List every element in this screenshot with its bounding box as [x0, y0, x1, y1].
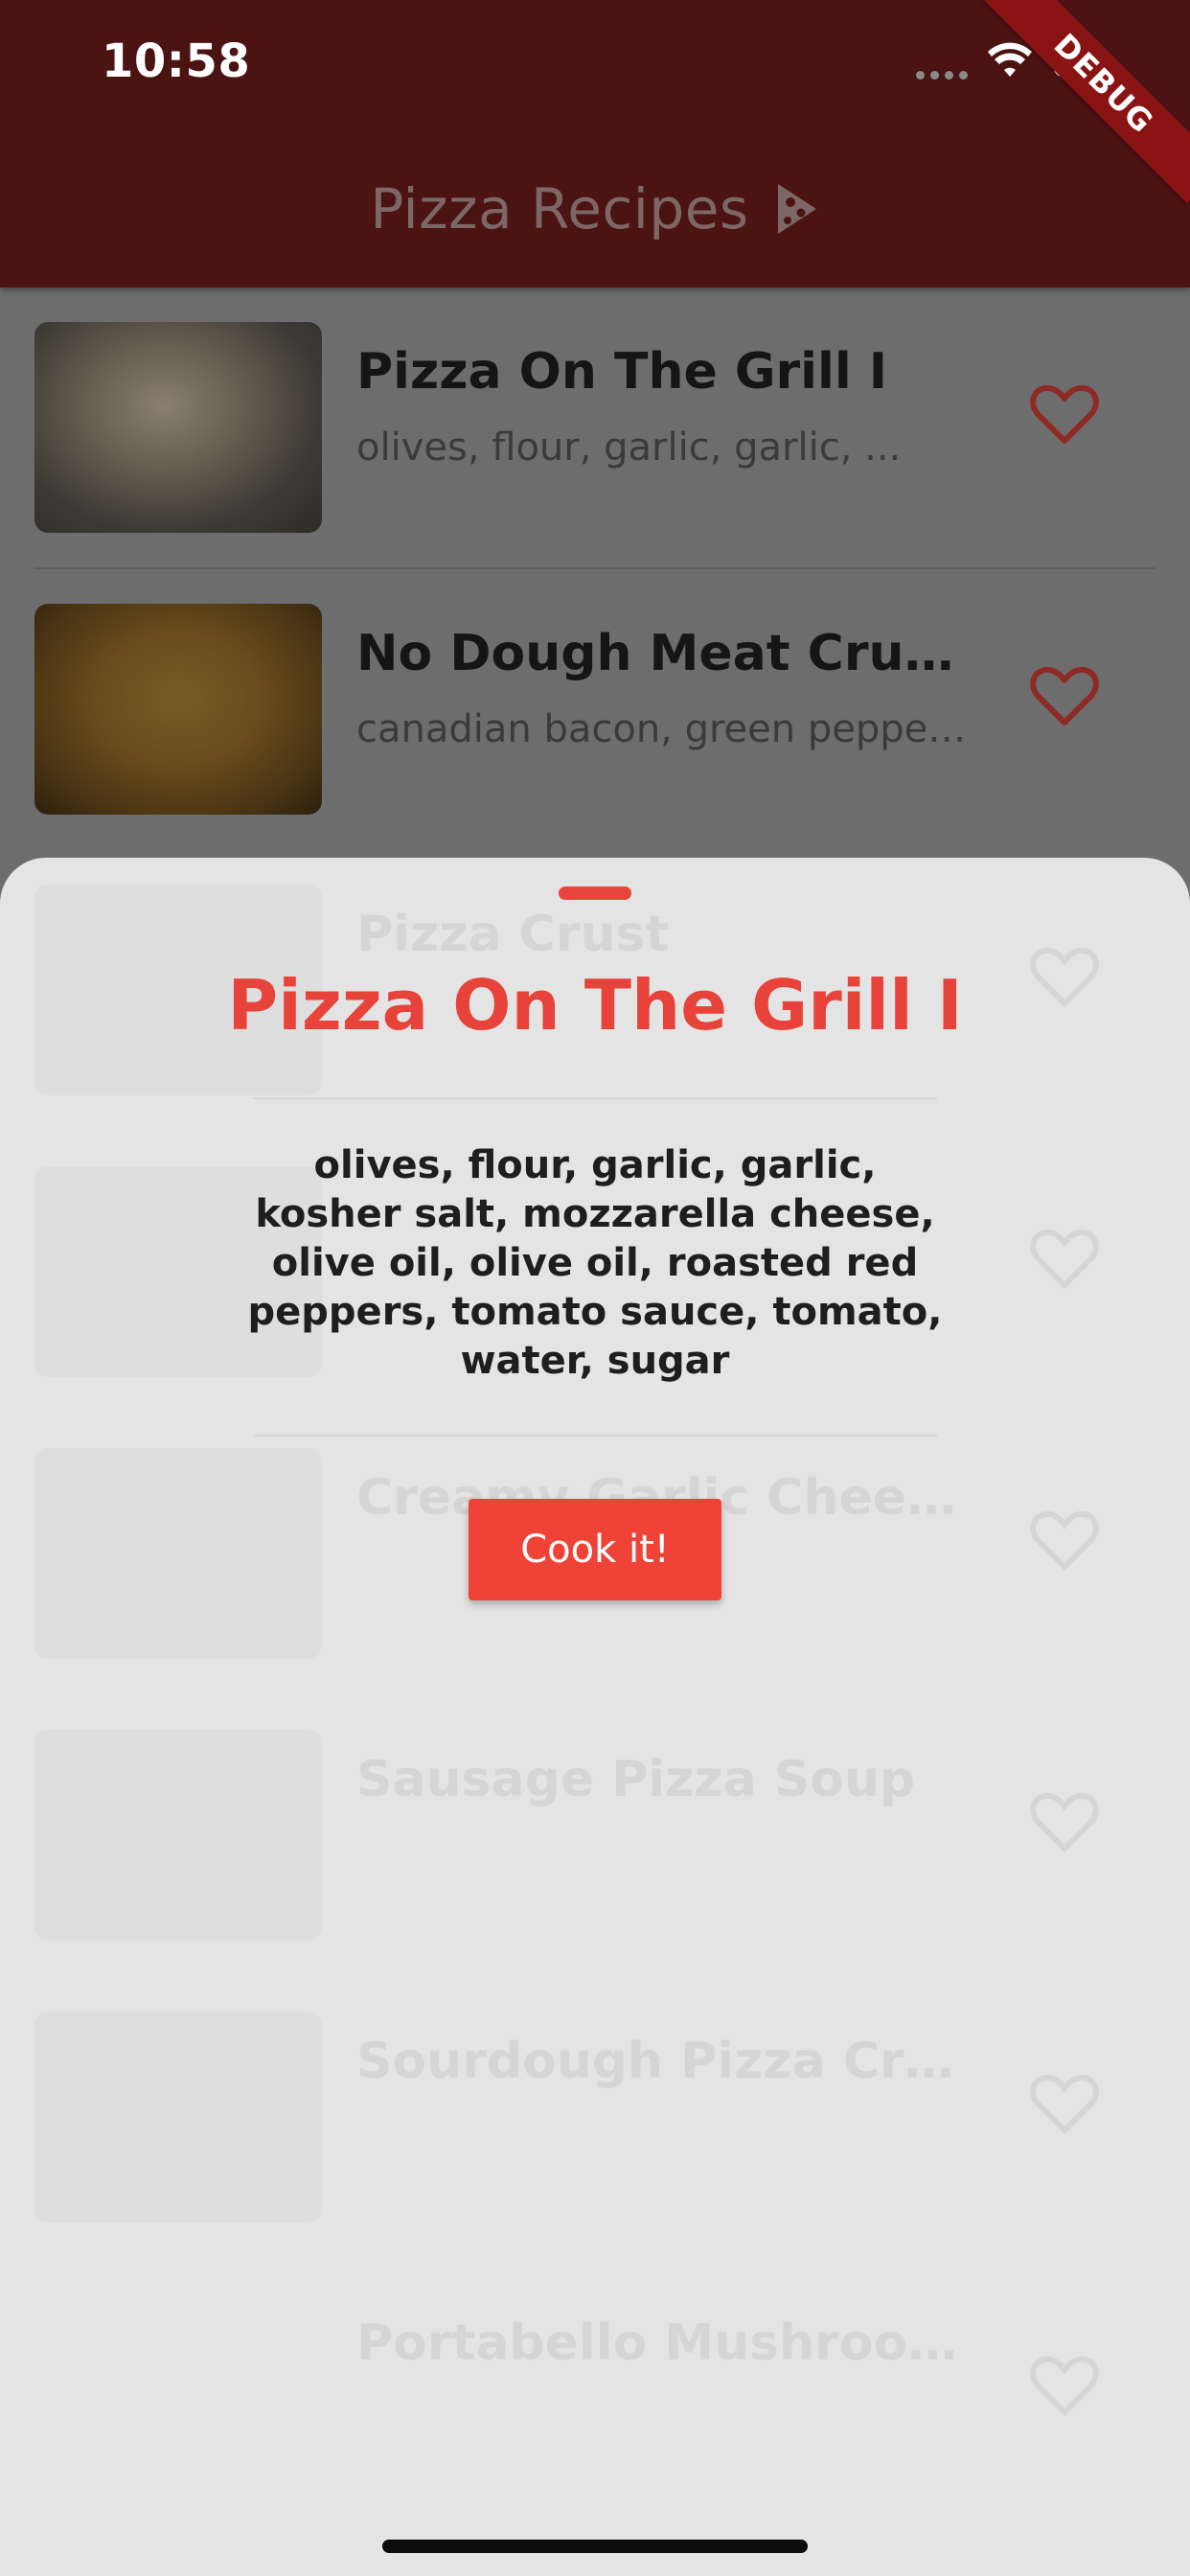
- recipe-thumbnail: [34, 604, 322, 815]
- list-item: Sourdough Pizza Crust: [0, 1985, 1190, 2266]
- heart-outline-icon[interactable]: [1029, 383, 1100, 447]
- heart-outline-icon: [1030, 1510, 1099, 1572]
- recipe-title: Pizza On The Grill I: [356, 343, 888, 401]
- sheet-title: Pizza On The Grill I: [227, 965, 963, 1046]
- list-item[interactable]: Pizza On The Grill I olives, flour, garl…: [0, 288, 1190, 569]
- ingredients-text: olives, flour, garlic, garlic, kosher sa…: [247, 1143, 943, 1383]
- recipe-thumbnail: [34, 2012, 322, 2222]
- home-indicator[interactable]: [382, 2540, 808, 2553]
- heart-outline-icon: [1030, 1792, 1099, 1853]
- list-item: Sausage Pizza Soup: [0, 1703, 1190, 1985]
- app-title: Pizza Recipes: [0, 171, 1190, 247]
- recipe-thumbnail: [34, 1730, 322, 1941]
- app-title-text: Pizza Recipes: [370, 176, 749, 242]
- app-bar: 10:58 Pizza Recipes: [0, 0, 1190, 288]
- recipe-list: Pizza On The Grill I olives, flour, garl…: [0, 288, 1190, 851]
- background-recipe-list: Pizza Crust Creamy Garlic Chees... Sausa…: [0, 858, 1190, 2548]
- recipe-ingredients: canadian bacon, green pepper...: [356, 707, 970, 751]
- cook-it-button[interactable]: Cook it!: [469, 1499, 721, 1600]
- heart-outline-icon: [1030, 2074, 1099, 2135]
- sheet-divider: [253, 1435, 937, 1437]
- recipe-title: Sausage Pizza Soup: [356, 1751, 916, 1808]
- recipe-title: No Dough Meat Crust...: [356, 625, 970, 682]
- status-time: 10:58: [102, 34, 251, 88]
- wifi-icon: [988, 42, 1032, 77]
- heart-outline-icon: [1030, 2356, 1099, 2417]
- recipe-title: Sourdough Pizza Crust: [356, 2033, 970, 2090]
- heart-outline-icon[interactable]: [1029, 665, 1100, 728]
- sheet-drag-handle[interactable]: [559, 886, 631, 900]
- recipe-thumbnail: [34, 322, 322, 533]
- list-item[interactable]: No Dough Meat Crust... canadian bacon, g…: [0, 569, 1190, 851]
- recipe-title: Portabello Mushroom...: [356, 2314, 970, 2372]
- list-item: Portabello Mushroom...: [0, 2266, 1190, 2548]
- signal-dots-icon: [916, 71, 968, 80]
- recipe-ingredients: olives, flour, garlic, garlic, ...: [356, 426, 902, 470]
- recipe-bottom-sheet[interactable]: Pizza Crust Creamy Garlic Chees... Sausa…: [0, 858, 1190, 2576]
- pizza-slice-icon: [777, 184, 816, 234]
- sheet-divider: [253, 1097, 937, 1099]
- heart-outline-icon: [1030, 1229, 1099, 1290]
- recipe-thumbnail: [34, 1448, 322, 1659]
- recipe-title: Pizza Crust: [356, 906, 670, 963]
